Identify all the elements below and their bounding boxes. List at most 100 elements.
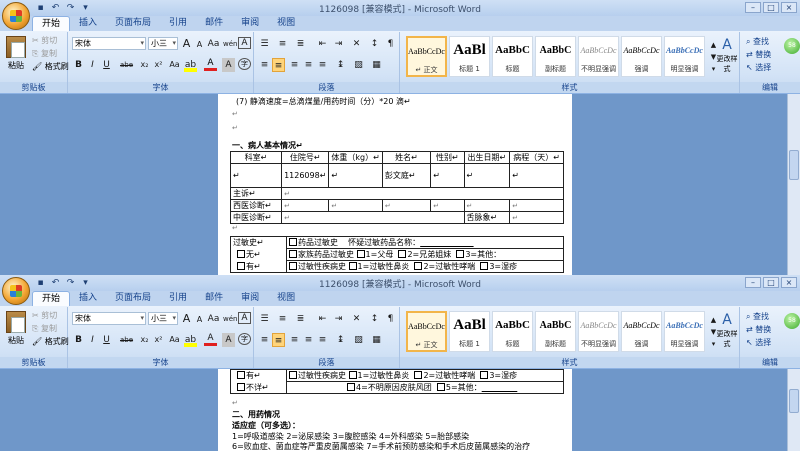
style-intense-emphasis[interactable]: AaBbCcDc 明显强调 — [664, 311, 705, 352]
table-cell[interactable]: ↵ — [281, 187, 564, 200]
italic-button[interactable]: I — [86, 333, 99, 347]
document-page[interactable]: (7) 静滴速度=总滴煤量/用药时间（分）*20 滴↵ ↵ ↵ 一、病人基本情况… — [218, 94, 572, 275]
style-heading1[interactable]: AaBl 标题 1 — [449, 311, 490, 352]
checkbox[interactable] — [289, 262, 297, 270]
checkbox[interactable] — [414, 262, 423, 270]
enclose-char-button[interactable]: 字 — [238, 333, 251, 345]
phonetic-guide-button[interactable]: wén — [223, 312, 237, 326]
paste-button[interactable]: 粘贴 — [4, 36, 28, 76]
tab-references[interactable]: 引用 — [160, 16, 196, 31]
shrink-font-button[interactable]: A — [193, 38, 206, 52]
tab-insert[interactable]: 插入 — [70, 291, 106, 306]
borders-icon[interactable]: ▦ — [370, 58, 383, 72]
select-button[interactable]: ↖ 选择 — [746, 61, 771, 74]
tab-mailings[interactable]: 邮件 — [196, 291, 232, 306]
increase-indent-icon[interactable]: ⇥ — [332, 312, 345, 326]
tab-page-layout[interactable]: 页面布局 — [106, 16, 160, 31]
tab-mailings[interactable]: 邮件 — [196, 16, 232, 31]
style-subtle-emphasis[interactable]: AaBbCcDc 不明显强调 — [578, 36, 619, 77]
table-cell[interactable]: ↵ — [463, 199, 511, 212]
shrink-font-button[interactable]: A — [193, 313, 206, 327]
phonetic-guide-button[interactable]: wén — [223, 37, 237, 51]
strikethrough-button[interactable]: abe — [120, 58, 133, 72]
notification-badge[interactable]: 58 — [784, 38, 800, 54]
style-subtle-emphasis[interactable]: AaBbCcDc 不明显强调 — [578, 311, 619, 352]
underline-button[interactable]: U — [100, 58, 113, 72]
table-cell[interactable]: 彭文庭↵ — [381, 163, 432, 188]
tab-page-layout[interactable]: 页面布局 — [106, 291, 160, 306]
checkbox[interactable] — [480, 262, 489, 270]
bold-button[interactable]: B — [72, 333, 85, 347]
chinese-layout-icon[interactable]: ✕ — [350, 312, 363, 326]
office-button[interactable] — [2, 277, 30, 305]
numbering-icon[interactable]: ≡ — [276, 37, 289, 51]
style-emphasis[interactable]: AaBbCcDc 强调 — [621, 36, 662, 77]
align-center-icon[interactable]: ≡ — [272, 333, 285, 347]
cut-button[interactable]: ✂ 剪切 — [32, 35, 57, 47]
table-cell[interactable]: ↵ — [229, 163, 283, 188]
checkbox[interactable] — [237, 371, 245, 380]
paste-button[interactable]: 粘贴 — [4, 311, 28, 351]
style-normal[interactable]: AaBbCcDc ↵ 正文 — [406, 311, 447, 352]
tab-home[interactable]: 开始 — [32, 291, 71, 306]
table-cell[interactable]: ↵ — [430, 163, 465, 188]
change-case-button[interactable]: Aa — [207, 312, 220, 326]
maximize-button[interactable]: □ — [763, 2, 779, 13]
decrease-indent-icon[interactable]: ⇤ — [316, 37, 329, 51]
increase-indent-icon[interactable]: ⇥ — [332, 37, 345, 51]
underline-button[interactable]: U — [100, 333, 113, 347]
font-color-icon[interactable]: A — [204, 58, 217, 71]
table-cell[interactable]: ↵ — [430, 199, 465, 212]
find-button[interactable]: ⌕ 查找 — [746, 35, 769, 48]
grow-font-button[interactable]: A — [180, 37, 193, 51]
allergy-unknown-option[interactable]: 不详↵ — [230, 381, 287, 394]
distribute-icon[interactable]: ≡ — [316, 333, 329, 347]
checkbox[interactable] — [289, 238, 297, 246]
allergy-yes-option[interactable]: 有↵ — [230, 260, 287, 273]
subscript-button[interactable]: x₂ — [138, 333, 151, 347]
sort-icon[interactable]: ↕ — [368, 312, 381, 326]
char-shading-button[interactable]: A — [222, 58, 235, 72]
align-left-icon[interactable]: ≡ — [258, 58, 271, 72]
table-cell[interactable]: ↵ — [509, 211, 564, 224]
justify-icon[interactable]: ≡ — [302, 58, 315, 72]
scrollbar-thumb[interactable] — [789, 389, 799, 413]
table-cell[interactable]: ↵ — [281, 199, 330, 212]
style-emphasis[interactable]: AaBbCcDc 强调 — [621, 311, 662, 352]
tab-view[interactable]: 视图 — [268, 16, 304, 31]
style-subtitle[interactable]: AaBbC 副标题 — [535, 311, 576, 352]
checkbox[interactable] — [237, 250, 245, 258]
character-border-button[interactable]: A — [238, 312, 251, 324]
checkbox[interactable] — [436, 383, 445, 391]
tab-view[interactable]: 视图 — [268, 291, 304, 306]
italic-button[interactable]: I — [86, 58, 99, 72]
align-left-icon[interactable]: ≡ — [258, 333, 271, 347]
shading-icon[interactable]: ▨ — [352, 333, 365, 347]
bullets-icon[interactable]: ☰ — [258, 37, 271, 51]
clear-format-button[interactable]: Aa — [168, 333, 181, 347]
checkbox[interactable] — [289, 250, 297, 258]
checkbox[interactable] — [398, 250, 407, 258]
strikethrough-button[interactable]: abe — [120, 333, 133, 347]
multilevel-list-icon[interactable]: ≣ — [294, 312, 307, 326]
font-name-select[interactable]: 宋体 — [72, 37, 146, 50]
document-page[interactable]: 有↵ 过敏性疾病史 1=过敏性鼻炎 2=过敏性哮喘 3=湿疹 不详↵ 4=不明原… — [218, 369, 572, 451]
style-title[interactable]: AaBbC 标题 — [492, 311, 533, 352]
format-painter-button[interactable]: 🖌 格式刷 — [32, 61, 69, 73]
find-button[interactable]: ⌕ 查找 — [746, 310, 769, 323]
table-cell[interactable]: ↵ — [381, 199, 432, 212]
line-spacing-icon[interactable]: ↨ — [334, 58, 347, 72]
minimize-button[interactable]: – — [745, 2, 761, 13]
checkbox[interactable] — [456, 250, 465, 258]
align-center-icon[interactable]: ≡ — [272, 58, 285, 72]
grow-font-button[interactable]: A — [180, 312, 193, 326]
scrollbar-thumb[interactable] — [789, 150, 799, 180]
style-normal[interactable]: AaBbCcDc ↵ 正文 — [406, 36, 447, 77]
show-marks-icon[interactable]: ¶ — [384, 37, 397, 51]
tab-home[interactable]: 开始 — [32, 16, 71, 31]
table-cell[interactable]: ↵ — [509, 163, 564, 188]
font-name-select[interactable]: 宋体 — [72, 312, 146, 325]
borders-icon[interactable]: ▦ — [370, 333, 383, 347]
justify-icon[interactable]: ≡ — [302, 333, 315, 347]
style-intense-emphasis[interactable]: AaBbCcDc 明显强调 — [664, 36, 705, 77]
